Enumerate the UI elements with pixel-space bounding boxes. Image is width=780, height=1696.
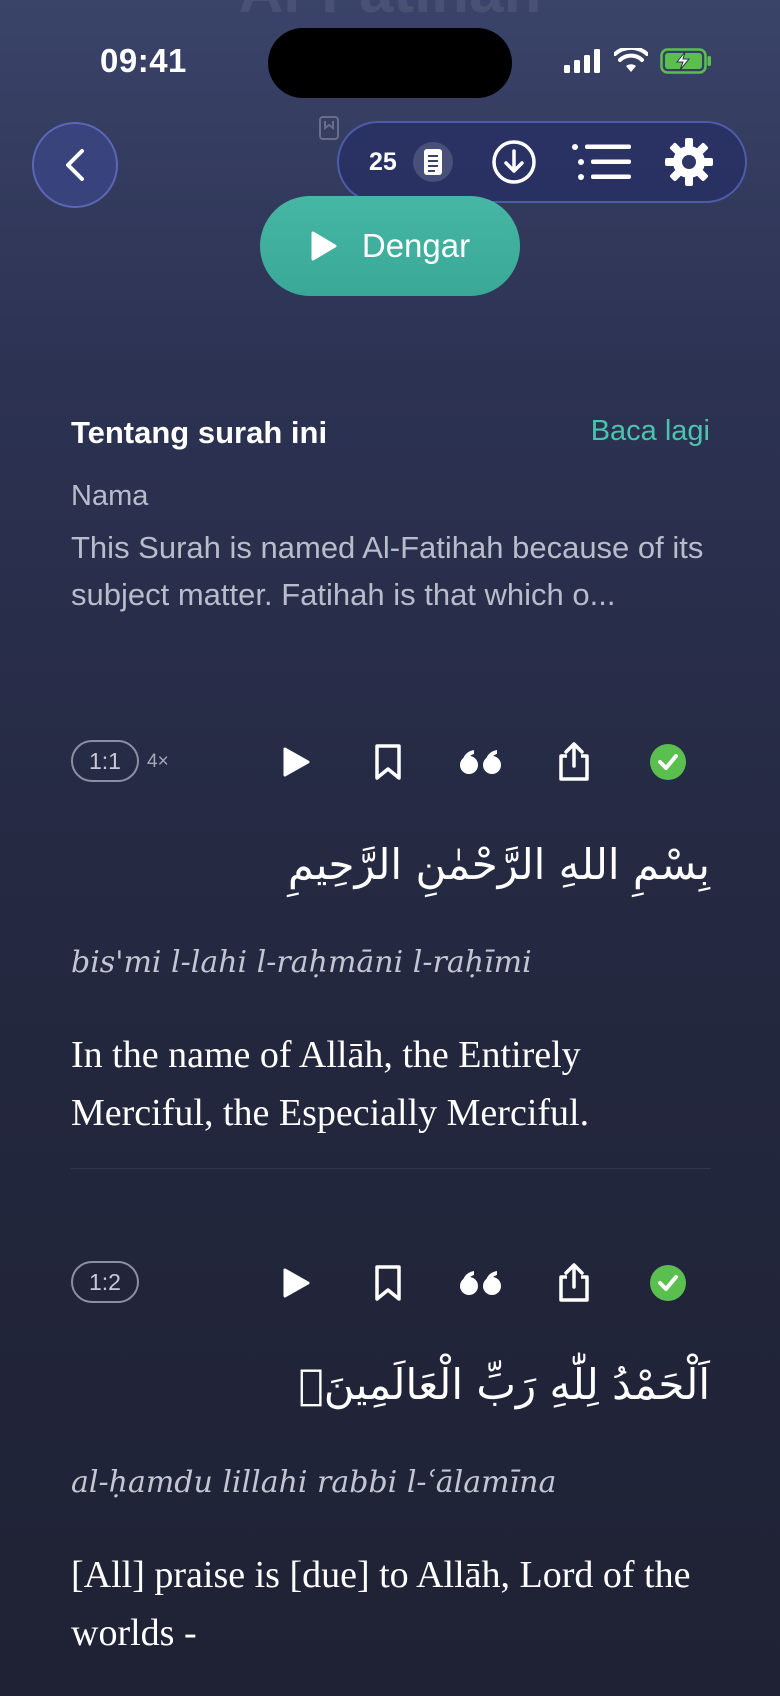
check-icon[interactable]: [643, 737, 693, 787]
about-title: Tentang surah ini: [71, 415, 328, 450]
quote-icon[interactable]: [456, 737, 506, 787]
check-icon[interactable]: [643, 1258, 693, 1308]
bookmark-icon[interactable]: [363, 737, 413, 787]
dynamic-island: [268, 28, 512, 98]
verse-tag[interactable]: 1:1: [71, 740, 139, 782]
listen-button[interactable]: Dengar: [260, 196, 520, 296]
verse-multiplier: 4×: [147, 751, 169, 772]
play-icon: [311, 231, 337, 261]
transliteration: al-ḥamdu lillahi rabbi l-ʿālamīna: [71, 1465, 557, 1500]
verse-divider: [71, 1168, 711, 1169]
bookmark-icon[interactable]: [363, 1258, 413, 1308]
wifi-icon: [614, 48, 648, 72]
pages-icon[interactable]: [413, 142, 453, 182]
play-verse-icon[interactable]: [271, 1258, 321, 1308]
translation: [All] praise is [due] to Allāh, Lord of …: [71, 1554, 691, 1654]
quote-icon[interactable]: [456, 1258, 506, 1308]
bookmark-ghost-icon: [319, 116, 339, 140]
status-icons: [564, 48, 712, 74]
download-icon[interactable]: [491, 139, 537, 185]
translation: In the name of Allāh, the Entirely Merci…: [71, 1034, 590, 1134]
reader-toolbar: 25: [337, 121, 747, 203]
share-icon[interactable]: [549, 1258, 599, 1308]
transliteration: bis'mi l-lahi l-raḥmāni l-raḥīmi: [71, 945, 532, 980]
play-verse-icon[interactable]: [271, 737, 321, 787]
about-body: This Surah is named Al-Fatihah because o…: [71, 530, 704, 612]
battery-charging-icon: [660, 48, 711, 74]
listen-label: Dengar: [361, 227, 471, 264]
surah-title-faded: Al-Fatihah: [0, 0, 780, 27]
gear-icon[interactable]: [663, 136, 715, 188]
arabic-text: بِسْمِ اللهِ الرَّحْمٰنِ الرَّحِيمِ: [287, 840, 710, 889]
list-icon[interactable]: [571, 142, 633, 182]
share-icon[interactable]: [549, 737, 599, 787]
about-subtitle: Nama: [71, 480, 149, 512]
verse-tag[interactable]: 1:2: [71, 1261, 139, 1303]
arabic-text: اَلْحَمْدُ لِلّٰهِ رَبِّ الْعَالَمِينَۙ: [298, 1360, 710, 1409]
chevron-left-icon: [66, 149, 84, 181]
signal-icon: [564, 49, 600, 73]
page-count[interactable]: 25: [369, 148, 405, 177]
read-more-link[interactable]: Baca lagi: [591, 415, 710, 448]
status-time: 09:41: [100, 42, 187, 79]
back-button[interactable]: [32, 122, 118, 208]
